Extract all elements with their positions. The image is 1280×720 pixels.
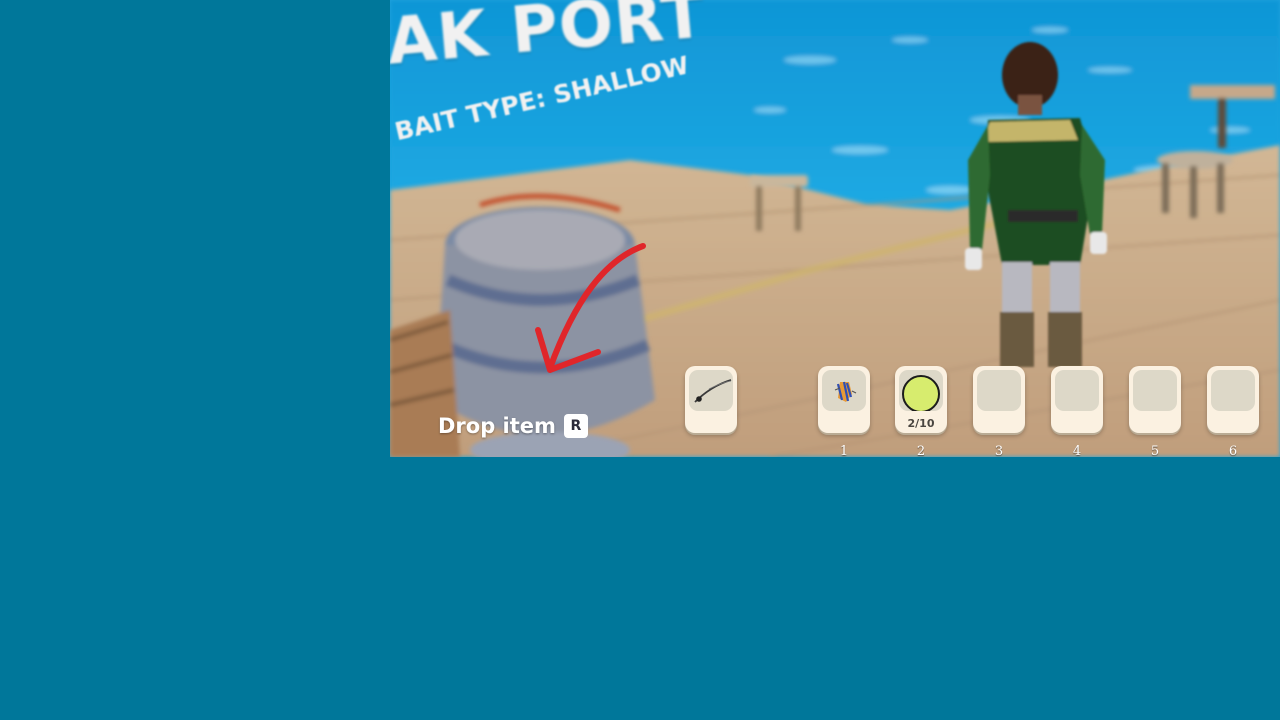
hotbar-slot-number: 4 (1072, 444, 1082, 457)
lure-icon (834, 381, 857, 402)
drop-item-label: Drop item (438, 414, 556, 438)
equipped-slot[interactable] (685, 366, 737, 433)
hotbar-slot-number: 5 (1150, 444, 1160, 457)
drop-key-badge: R (563, 414, 588, 438)
hotbar-slot-1[interactable] (818, 366, 870, 433)
hotbar-slot-number: 6 (1228, 444, 1238, 457)
hotbar-slot-2[interactable]: 2/10 (895, 366, 947, 433)
drop-item-hint: Drop item R (438, 414, 588, 438)
hotbar-slot-5[interactable] (1129, 366, 1181, 433)
hotbar-slot-4[interactable] (1051, 366, 1103, 433)
game-viewport[interactable]: AK PORT BAIT TYPE: SHALLOW Drop item R 1 (390, 0, 1280, 457)
fishing-rod-icon (694, 379, 732, 403)
slot-count: 2/10 (907, 417, 935, 430)
hotbar-slot-3[interactable] (973, 366, 1025, 433)
hotbar-slot-number: 1 (839, 444, 849, 457)
hotbar-slot-number: 3 (994, 444, 1004, 457)
green-bait-ball-icon (902, 375, 940, 411)
hotbar-slot-6[interactable] (1207, 366, 1259, 433)
hotbar-slot-number: 2 (916, 444, 926, 457)
